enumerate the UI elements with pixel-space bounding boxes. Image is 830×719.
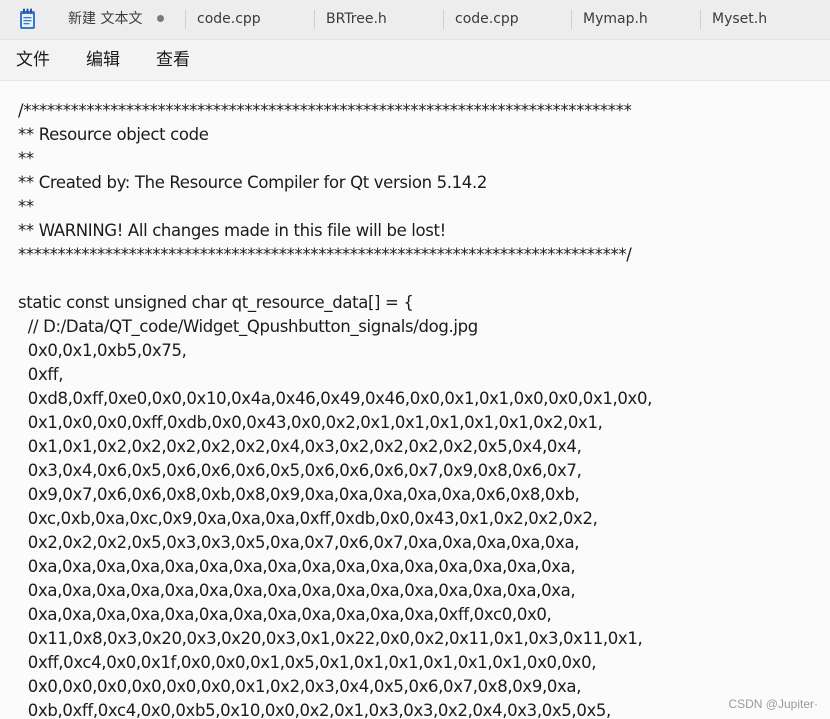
editor-line: 0x3,0x4,0x6,0x5,0x6,0x6,0x6,0x5,0x6,0x6,…: [18, 461, 582, 480]
editor-line: 0xff,0xc4,0x0,0x1f,0x0,0x0,0x1,0x5,0x1,0…: [18, 653, 597, 672]
editor-line: 0xff,: [18, 365, 64, 384]
tab-label: Mymap.h: [583, 11, 648, 27]
menu-file[interactable]: 文件: [16, 40, 50, 80]
tab-divider: [700, 10, 701, 29]
editor-line: 0xa,0xa,0xa,0xa,0xa,0xa,0xa,0xa,0xa,0xa,…: [18, 557, 576, 576]
editor-line: 0x1,0x1,0x2,0x2,0x2,0x2,0x2,0x4,0x3,0x2,…: [18, 437, 582, 456]
menu-bar: 文件 编辑 查看: [0, 40, 830, 81]
notepad-window: 新建 文本文 code.cpp BRTree.h code.cpp Mymap.…: [0, 0, 830, 719]
editor-line: 0x0,0x1,0xb5,0x75,: [18, 341, 187, 360]
tab-bar: 新建 文本文 code.cpp BRTree.h code.cpp Mymap.…: [0, 0, 830, 40]
unsaved-dot-icon: [157, 15, 164, 22]
editor-line: **: [18, 149, 34, 168]
notepad-app-icon: [20, 8, 35, 29]
editor-line: static const unsigned char qt_resource_d…: [18, 293, 414, 312]
tab-divider: [185, 10, 186, 29]
text-editor-area[interactable]: /***************************************…: [0, 81, 830, 719]
tab-label: BRTree.h: [326, 11, 387, 27]
tab-label: 新建 文本文: [68, 11, 143, 27]
menu-view[interactable]: 查看: [156, 40, 190, 80]
tab-myset-h[interactable]: Myset.h: [712, 0, 767, 39]
editor-line: ** WARNING! All changes made in this fil…: [18, 221, 446, 240]
tab-mymap-h[interactable]: Mymap.h: [583, 0, 648, 39]
editor-line: ** Created by: The Resource Compiler for…: [18, 173, 487, 192]
editor-line: 0xa,0xa,0xa,0xa,0xa,0xa,0xa,0xa,0xa,0xa,…: [18, 581, 576, 600]
watermark-text: CSDN @Jupiter·: [728, 697, 818, 711]
tab-label: Myset.h: [712, 11, 768, 27]
tab-label: code.cpp: [197, 11, 261, 27]
editor-line: // D:/Data/QT_code/Widget_Qpushbutton_si…: [18, 317, 478, 336]
editor-line: 0x0,0x0,0x0,0x0,0x0,0x0,0x1,0x2,0x3,0x4,…: [18, 677, 582, 696]
editor-line: /***************************************…: [18, 101, 632, 120]
tab-divider: [571, 10, 572, 29]
tab-new-text[interactable]: 新建 文本文: [68, 0, 142, 39]
editor-lines: /***************************************…: [18, 99, 652, 719]
editor-line: 0xb,0xff,0xc4,0x0,0xb5,0x10,0x0,0x2,0x1,…: [18, 701, 611, 719]
editor-line: ****************************************…: [18, 245, 632, 264]
editor-line: **: [18, 197, 34, 216]
editor-line: 0xa,0xa,0xa,0xa,0xa,0xa,0xa,0xa,0xa,0xa,…: [18, 605, 552, 624]
editor-line: ** Resource object code: [18, 125, 209, 144]
tab-code-cpp-2[interactable]: code.cpp: [455, 0, 519, 39]
tab-divider: [443, 10, 444, 29]
editor-line: 0x2,0x2,0x2,0x5,0x3,0x3,0x5,0xa,0x7,0x6,…: [18, 533, 580, 552]
editor-line: 0xc,0xb,0xa,0xc,0x9,0xa,0xa,0xa,0xff,0xd…: [18, 509, 598, 528]
menu-edit[interactable]: 编辑: [86, 40, 120, 80]
editor-line: 0x1,0x0,0x0,0xff,0xdb,0x0,0x43,0x0,0x2,0…: [18, 413, 603, 432]
tab-divider: [314, 10, 315, 29]
tab-label: code.cpp: [455, 11, 519, 27]
tab-code-cpp[interactable]: code.cpp: [197, 0, 261, 39]
editor-line: 0xd8,0xff,0xe0,0x0,0x10,0x4a,0x46,0x49,0…: [18, 389, 653, 408]
tab-brtree-h[interactable]: BRTree.h: [326, 0, 387, 39]
editor-line: 0x11,0x8,0x3,0x20,0x3,0x20,0x3,0x1,0x22,…: [18, 629, 643, 648]
editor-line: 0x9,0x7,0x6,0x6,0x8,0xb,0x8,0x9,0xa,0xa,…: [18, 485, 580, 504]
